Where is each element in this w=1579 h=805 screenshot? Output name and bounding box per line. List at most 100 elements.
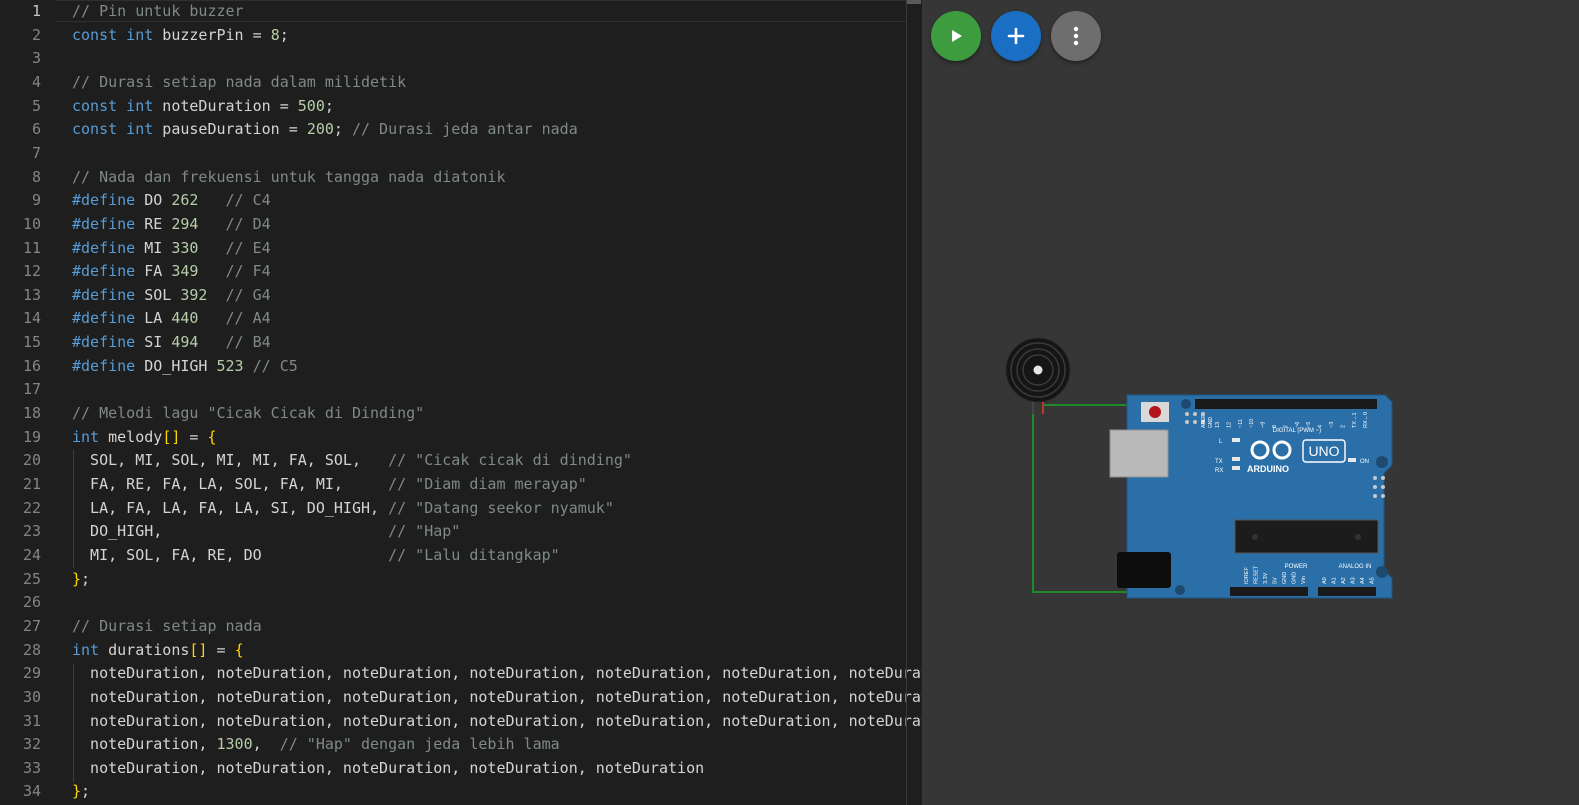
code-line[interactable]: 10 #define RE 294 // D4 <box>0 213 922 237</box>
code-token: #define <box>72 214 136 233</box>
code-line[interactable]: 31 noteDuration, noteDuration, noteDurat… <box>0 710 922 734</box>
code-line[interactable]: 30 noteDuration, noteDuration, noteDurat… <box>0 686 922 710</box>
code-text: // Durasi setiap nada <box>72 615 262 639</box>
power-header <box>1230 587 1308 596</box>
code-line[interactable]: 6 const int pauseDuration = 200; // Duras… <box>0 118 922 142</box>
code-token: // Melodi lagu "Cicak Cicak di Dinding" <box>72 404 425 423</box>
code-token: SOL <box>135 285 181 304</box>
code-line[interactable]: 27 // Durasi setiap nada <box>0 615 922 639</box>
code-line[interactable]: 3 <box>0 47 922 71</box>
code-token: // "Cicak cicak di dinding" <box>388 451 632 470</box>
code-line[interactable]: 11 #define MI 330 // E4 <box>0 237 922 261</box>
code-token: // C5 <box>252 356 298 375</box>
code-token: 262 <box>171 191 199 210</box>
code-line[interactable]: 18 // Melodi lagu "Cicak Cicak di Dinding… <box>0 402 922 426</box>
code-token: // F4 <box>225 262 271 281</box>
code-line[interactable]: 19 int melody[] = { <box>0 426 922 450</box>
editor-scrollbar-track[interactable] <box>906 0 907 805</box>
play-icon <box>952 30 962 42</box>
code-line[interactable]: 15 #define SI 494 // B4 <box>0 331 922 355</box>
code-editor[interactable]: 1 // Pin untuk buzzer 2 const int buzzerPin… <box>0 0 922 805</box>
code-token: [] <box>189 640 208 659</box>
code-line[interactable]: 5 const int noteDuration = 500; <box>0 95 922 119</box>
code-line[interactable]: 1 // Pin untuk buzzer <box>0 0 922 24</box>
plus-icon <box>1007 27 1025 45</box>
code-token: [] <box>162 427 181 446</box>
pin-label: TX→1 <box>1352 412 1358 428</box>
code-line[interactable]: 22 LA, FA, LA, FA, LA, SI, DO_HIGH, // "… <box>0 497 922 521</box>
code-line[interactable]: 17 <box>0 378 922 402</box>
buzzer[interactable] <box>1005 337 1071 414</box>
code-line[interactable]: 33 noteDuration, noteDuration, noteDurat… <box>0 757 922 781</box>
code-line[interactable]: 13 #define SOL 392 // G4 <box>0 284 922 308</box>
line-number: 2 <box>31 25 41 44</box>
digital-header <box>1195 399 1377 409</box>
code-line[interactable]: 14 #define LA 440 // A4 <box>0 307 922 331</box>
code-token: = <box>180 427 208 446</box>
editor-scrollbar-thumb[interactable] <box>907 0 921 4</box>
line-number: 14 <box>22 309 41 328</box>
code-token: SI <box>135 333 172 352</box>
code-token: { <box>234 640 244 659</box>
more-options-button[interactable] <box>1051 11 1101 61</box>
code-token: // A4 <box>225 309 271 328</box>
code-token: LA, FA, LA, FA, LA, SI, DO_HIGH, <box>72 498 389 517</box>
code-line[interactable]: 25}; <box>0 568 922 592</box>
code-line[interactable]: 21 FA, RE, FA, LA, SOL, FA, MI, // "Diam… <box>0 473 922 497</box>
code-token: noteDuration, noteDuration, noteDuration… <box>72 758 705 777</box>
code-token: // Durasi setiap nada dalam milidetik <box>72 72 407 91</box>
code-line[interactable]: 16 #define DO_HIGH 523 // C5 <box>0 355 922 379</box>
code-token: ; <box>324 96 334 115</box>
line-number: 3 <box>31 49 41 68</box>
pin-label: IOREF <box>1244 567 1250 584</box>
power-label: POWER <box>1285 564 1308 570</box>
code-line[interactable]: 9 #define DO 262 // C4 <box>0 189 922 213</box>
code-token: noteDuration, noteDuration, noteDuration… <box>72 711 922 730</box>
code-token: 330 <box>171 238 199 257</box>
code-text: // Melodi lagu "Cicak Cicak di Dinding" <box>72 402 424 426</box>
code-token: ; <box>81 782 91 801</box>
code-line[interactable]: 4 // Durasi setiap nada dalam milidetik <box>0 71 922 95</box>
code-token: DO_HIGH <box>135 356 217 375</box>
code-token: MI <box>135 238 172 257</box>
code-line[interactable]: 29 noteDuration, noteDuration, noteDurat… <box>0 662 922 686</box>
pin-label: ~9 <box>1261 422 1267 428</box>
code-line[interactable]: 32 noteDuration, 1300, // "Hap" dengan j… <box>0 733 922 757</box>
code-text: noteDuration, noteDuration, noteDuration… <box>72 686 922 710</box>
board-brand-label: ARDUINO <box>1247 464 1289 474</box>
code-line[interactable]: 7 <box>0 142 922 166</box>
code-line[interactable]: 24 MI, SOL, FA, RE, DO // "Lalu ditangka… <box>0 544 922 568</box>
start-simulation-button[interactable] <box>931 11 981 61</box>
code-token: #define <box>72 285 136 304</box>
pin-label: A0 <box>1322 577 1328 584</box>
code-line[interactable]: 34}; <box>0 780 922 804</box>
code-token: // D4 <box>225 214 271 233</box>
code-line[interactable]: 2 const int buzzerPin = 8; <box>0 24 922 48</box>
code-token: // Durasi setiap nada <box>72 616 262 635</box>
code-line[interactable]: 20 SOL, MI, SOL, MI, MI, FA, SOL, // "Ci… <box>0 449 922 473</box>
pin-label: A1 <box>1332 577 1338 584</box>
line-number: 17 <box>22 380 41 399</box>
code-text: #define DO 262 // C4 <box>72 189 271 213</box>
line-number: 24 <box>22 545 41 564</box>
code-token: const int <box>72 120 154 139</box>
code-line[interactable]: 23 DO_HIGH, // "Hap" <box>0 520 922 544</box>
code-token: noteDuration = <box>153 96 298 115</box>
code-token: // "Diam diam merayap" <box>388 475 587 493</box>
add-part-button[interactable] <box>991 11 1041 61</box>
code-line[interactable]: 26 <box>0 591 922 615</box>
code-line[interactable]: 28 int durations[] = { <box>0 639 922 663</box>
arduino-uno-board[interactable]: UNO ARDUINO ON TX RX L DIGITAL (PWM ~) P… <box>1109 394 1393 599</box>
analog-label: ANALOG IN <box>1339 564 1372 570</box>
code-line[interactable]: 8 // Nada dan frekuensi untuk tangga nada… <box>0 166 922 190</box>
code-line[interactable]: 12 #define FA 349 // F4 <box>0 260 922 284</box>
code-token: buzzerPin = <box>153 25 271 44</box>
code-text: const int buzzerPin = 8; <box>72 24 289 48</box>
pin-label: 12 <box>1226 422 1232 428</box>
tx-label: TX <box>1215 459 1223 465</box>
code-token: #define <box>72 262 136 281</box>
code-token: // E4 <box>225 238 271 257</box>
